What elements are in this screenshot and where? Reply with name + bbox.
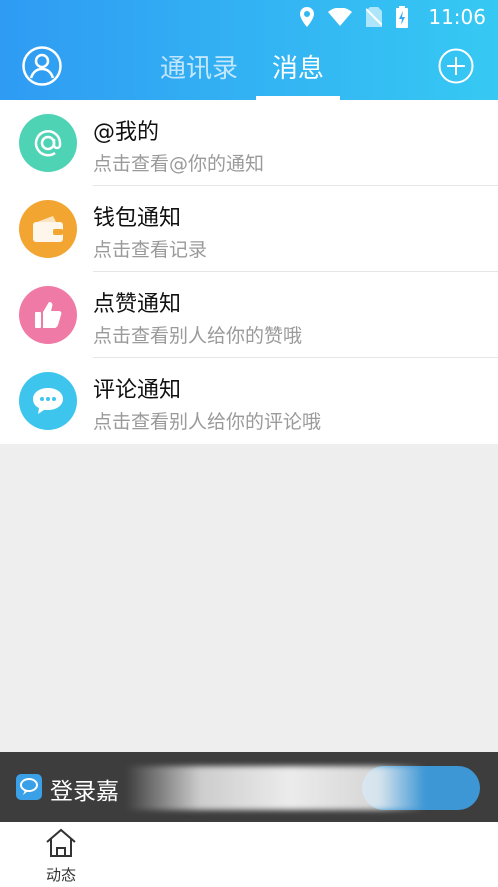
blurred-overlay <box>125 766 425 810</box>
notification-item-wallet[interactable]: 钱包通知 点击查看记录 <box>0 186 498 272</box>
notification-title: 钱包通知 <box>93 206 182 231</box>
tab-messages[interactable]: 消息 <box>256 48 341 100</box>
notification-title: 评论通知 <box>93 378 182 403</box>
comment-icon <box>19 372 77 430</box>
status-time: 11:06 <box>428 5 486 29</box>
thumbs-up-icon <box>19 286 77 344</box>
bottom-nav: 动态 <box>0 822 498 887</box>
user-icon <box>22 46 62 86</box>
at-icon <box>19 114 77 172</box>
login-banner[interactable]: 登录嘉 <box>0 752 498 822</box>
add-button[interactable] <box>438 48 474 84</box>
plus-circle-icon <box>438 48 474 84</box>
wifi-icon <box>328 8 352 26</box>
login-banner-text: 登录嘉 <box>50 779 119 805</box>
notification-subtitle: 点击查看记录 <box>93 239 208 261</box>
notification-subtitle: 点击查看别人给你的评论哦 <box>93 411 322 433</box>
header: 通讯录 消息 <box>0 36 498 100</box>
notification-item-likes[interactable]: 点赞通知 点击查看别人给你的赞哦 <box>0 272 498 358</box>
home-icon[interactable] <box>44 828 78 858</box>
notification-title: 点赞通知 <box>93 292 182 317</box>
notification-item-comments[interactable]: 评论通知 点击查看别人给你的评论哦 <box>0 358 498 444</box>
notification-subtitle: 点击查看别人给你的赞哦 <box>93 325 303 347</box>
battery-charging-icon <box>396 6 408 28</box>
status-icons <box>300 6 408 28</box>
profile-button[interactable] <box>22 46 62 86</box>
status-bar: 11:06 <box>0 0 498 36</box>
notification-subtitle: 点击查看@你的通知 <box>93 153 265 175</box>
no-sim-icon <box>366 7 382 27</box>
chat-bubble-icon <box>16 774 42 800</box>
header-tabs: 通讯录 消息 <box>160 48 341 100</box>
location-icon <box>300 7 314 27</box>
notification-list: @我的 点击查看@你的通知 钱包通知 点击查看记录 点赞通知 点击查看别人给你的… <box>0 100 498 444</box>
notification-item-mentions[interactable]: @我的 点击查看@你的通知 <box>0 100 498 186</box>
top-bar: 11:06 通讯录 消息 <box>0 0 498 100</box>
tab-contacts[interactable]: 通讯录 <box>160 48 238 88</box>
wallet-icon <box>19 200 77 258</box>
nav-item-feed-label[interactable]: 动态 <box>46 864 76 885</box>
notification-title: @我的 <box>93 120 160 145</box>
